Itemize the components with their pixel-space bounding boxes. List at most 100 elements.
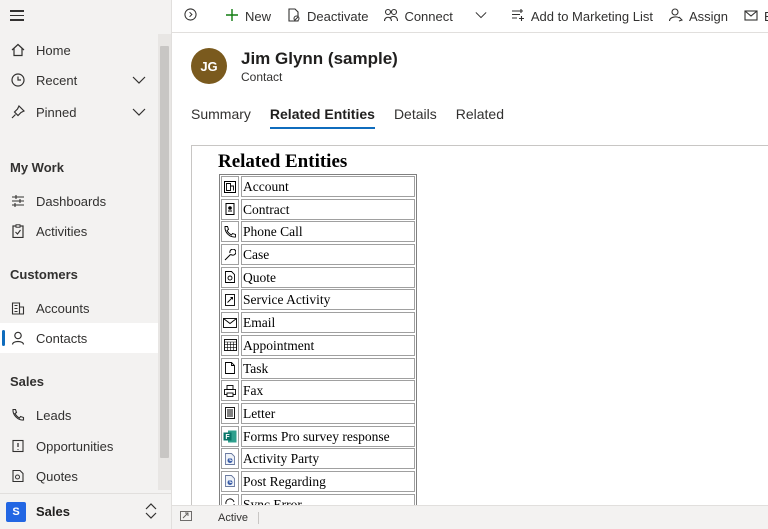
new-button[interactable]: New xyxy=(217,0,279,33)
sidebar-item-dashboards[interactable]: Dashboards xyxy=(0,186,158,216)
table-row[interactable]: Letter xyxy=(221,402,415,426)
record-title: Jim Glynn (sample) xyxy=(241,49,398,68)
pin-icon xyxy=(10,104,26,120)
entity-label[interactable]: Fax xyxy=(241,380,415,402)
circle-arrow-icon xyxy=(184,8,203,24)
sidebar-item-accounts[interactable]: Accounts xyxy=(0,293,158,323)
entity-label[interactable]: Task xyxy=(241,357,415,379)
table-row[interactable]: F Forms Pro survey response xyxy=(221,425,415,449)
plus-icon xyxy=(225,8,245,25)
connect-icon xyxy=(384,8,404,25)
sidebar-item-label: Pinned xyxy=(36,104,77,120)
sidebar-scrollbar[interactable] xyxy=(158,34,171,490)
tab-summary[interactable]: Summary xyxy=(191,106,251,130)
entity-label[interactable]: Letter xyxy=(241,402,415,424)
sidebar-item-activities[interactable]: Activities xyxy=(0,216,158,246)
table-row[interactable]: Task xyxy=(221,357,415,381)
tab-related-entities[interactable]: Related Entities xyxy=(269,106,375,130)
table-row[interactable]: Fax xyxy=(221,380,415,403)
tab-details[interactable]: Details xyxy=(394,106,437,130)
back-button[interactable] xyxy=(172,0,213,33)
avatar: JG xyxy=(191,48,227,84)
table-row[interactable]: Service Activity xyxy=(221,289,415,312)
table-row[interactable]: Contract xyxy=(221,198,415,222)
email-link-button[interactable]: Em xyxy=(736,0,768,33)
entity-label[interactable]: Appointment xyxy=(241,334,415,356)
sidebar-item-label: Activities xyxy=(36,223,88,239)
table-row[interactable]: Activity Party xyxy=(221,448,415,471)
entity-label[interactable]: Service Activity xyxy=(241,289,415,311)
sidebar-item-label: Quotes xyxy=(36,468,78,484)
entity-label[interactable]: Forms Pro survey response xyxy=(241,425,415,447)
email-icon xyxy=(744,8,764,25)
add-to-marketing-list-label: Add to Marketing List xyxy=(530,8,653,24)
forms-pro-icon: F xyxy=(221,425,239,447)
new-button-label: New xyxy=(245,8,272,24)
entity-label[interactable]: Post Regarding xyxy=(241,470,415,492)
group-title-my-work: My Work xyxy=(10,160,64,175)
table-row[interactable]: Email xyxy=(221,312,415,335)
entity-label[interactable]: Email xyxy=(241,312,415,334)
chevron-down-icon[interactable] xyxy=(132,105,146,122)
sitemap-sidebar: Home Recent Pinned My Work Dashboards Ac… xyxy=(0,0,172,529)
sidebar-item-pinned[interactable]: Pinned xyxy=(0,97,158,127)
table-row[interactable]: Post Regarding xyxy=(221,470,415,494)
entity-label[interactable]: Activity Party xyxy=(241,448,415,470)
entity-label[interactable]: Sync Error xyxy=(241,493,415,505)
clock-icon xyxy=(10,72,26,88)
sidebar-item-recent[interactable]: Recent xyxy=(0,65,158,95)
tab-related[interactable]: Related xyxy=(456,106,504,130)
entity-label[interactable]: Contract xyxy=(241,198,415,220)
assign-button-label: Assign xyxy=(688,8,729,24)
sidebar-item-label: Recent xyxy=(36,72,78,88)
sidebar-item-label: Dashboards xyxy=(36,193,107,209)
sidebar-item-home[interactable]: Home xyxy=(0,35,158,65)
table-row[interactable]: Account xyxy=(221,176,415,199)
chevron-down-icon[interactable] xyxy=(132,73,146,90)
account-icon xyxy=(221,176,239,197)
task-icon xyxy=(221,357,239,379)
related-entities-frame: Related Entities Account Contract Phone … xyxy=(191,145,768,505)
sidebar-scrollbar-thumb[interactable] xyxy=(160,46,169,458)
record-entity-type: Contact xyxy=(241,70,283,84)
entity-label[interactable]: Account xyxy=(241,176,415,197)
hamburger-menu-icon[interactable] xyxy=(10,10,24,22)
sidebar-item-contacts[interactable]: Contacts xyxy=(0,323,158,353)
command-bar: New Deactivate Connect Add to Marketing … xyxy=(172,0,768,33)
table-row[interactable]: Appointment xyxy=(221,334,415,358)
area-badge: S xyxy=(6,501,26,522)
table-row[interactable]: Quote xyxy=(221,266,415,290)
table-row[interactable]: Case xyxy=(221,244,415,267)
connect-dropdown-button[interactable] xyxy=(465,0,503,33)
calendar-icon xyxy=(221,334,239,356)
sidebar-item-leads[interactable]: Leads xyxy=(0,400,158,430)
chevron-down-icon xyxy=(475,9,493,24)
chevron-up-down-icon[interactable] xyxy=(145,503,157,522)
sidebar-item-label: Home xyxy=(36,42,71,58)
entity-label[interactable]: Quote xyxy=(241,266,415,288)
connect-button[interactable]: Connect xyxy=(376,0,460,33)
clipboard-icon xyxy=(10,223,26,239)
activity-party-icon xyxy=(221,448,239,470)
related-entities-table: Account Contract Phone Call Case Quote S… xyxy=(219,174,417,505)
table-row[interactable]: Phone Call xyxy=(221,221,415,244)
assign-button[interactable]: Assign xyxy=(661,0,736,33)
sidebar-item-opportunities[interactable]: Opportunities xyxy=(0,431,158,461)
entity-label[interactable]: Case xyxy=(241,244,415,266)
area-switcher[interactable]: S Sales xyxy=(0,493,171,529)
add-to-marketing-list-button[interactable]: Add to Marketing List xyxy=(503,0,661,33)
connect-button-label: Connect xyxy=(404,8,453,24)
record-status: Active xyxy=(218,511,259,524)
open-in-window-icon[interactable] xyxy=(180,510,192,525)
status-bar: Active xyxy=(172,505,768,529)
sidebar-item-quotes[interactable]: Quotes xyxy=(0,461,158,491)
entity-label[interactable]: Phone Call xyxy=(241,221,415,243)
frame-title: Related Entities xyxy=(218,151,348,172)
contract-icon xyxy=(221,198,239,220)
phone-person-icon xyxy=(10,407,26,423)
home-icon xyxy=(10,42,26,58)
sidebar-item-label: Accounts xyxy=(36,300,90,316)
deactivate-button[interactable]: Deactivate xyxy=(279,0,376,33)
table-row[interactable]: Sync Error xyxy=(221,493,415,505)
service-activity-icon xyxy=(221,289,239,311)
